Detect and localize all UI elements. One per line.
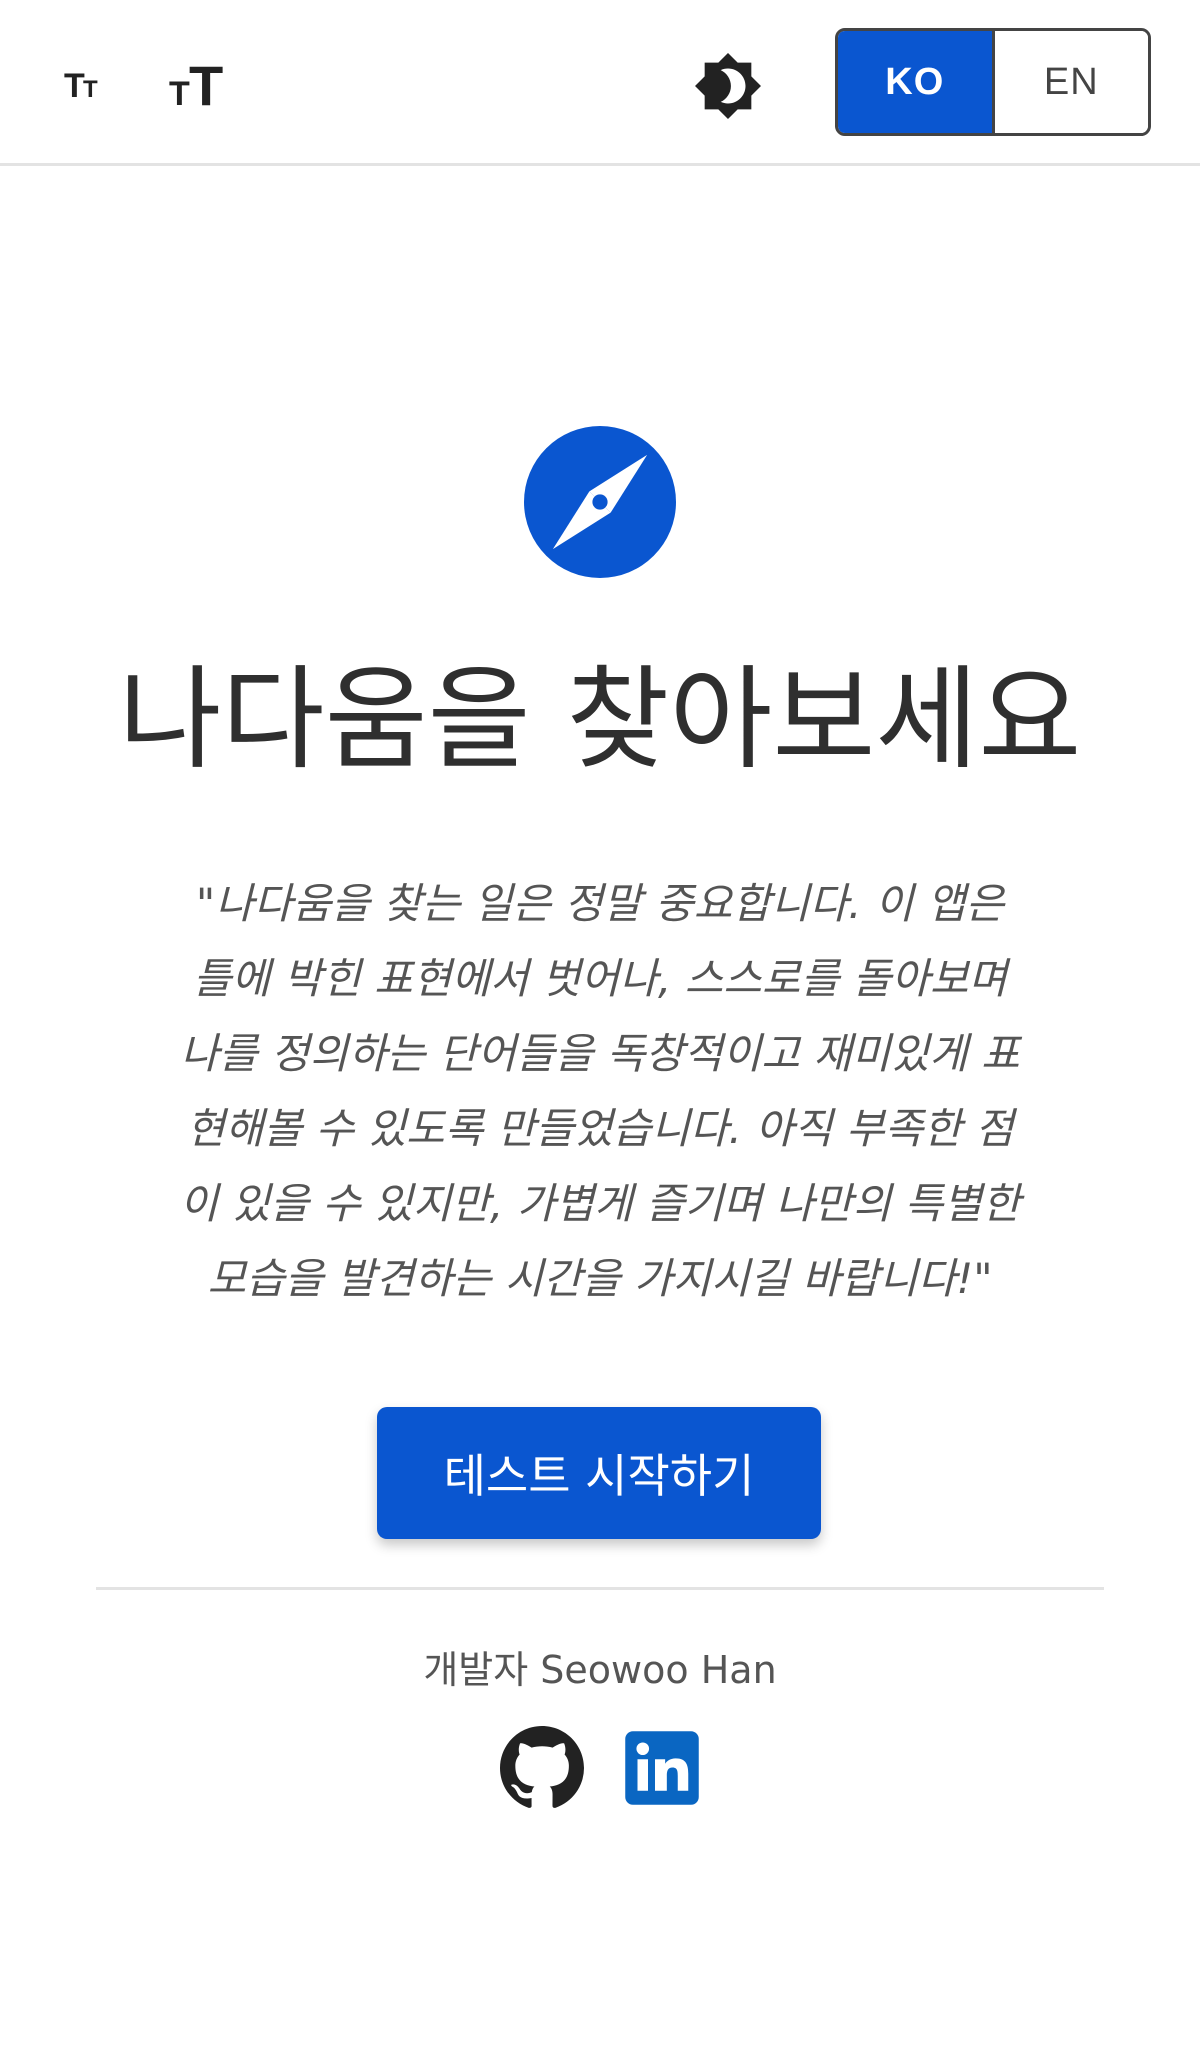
linkedin-link[interactable] [620, 1726, 704, 1810]
svg-text:T: T [189, 57, 223, 109]
language-ko-button[interactable]: KO [838, 31, 995, 133]
compass-icon [524, 426, 676, 578]
footer-divider [96, 1587, 1104, 1590]
quote-line: 이 있을 수 있지만, 가볍게 즐기며 나만의 특별한 [179, 1179, 1021, 1228]
linkedin-icon [625, 1731, 699, 1805]
developer-credit: 개발자 Seowoo Han [423, 1648, 777, 1692]
quote-line: 현해볼 수 있도록 만들었습니다. 아직 부족한 점 [186, 1104, 1014, 1153]
increase-font-size-button[interactable]: T T [164, 46, 238, 120]
svg-text:T: T [64, 67, 85, 101]
svg-text:T: T [83, 76, 98, 101]
svg-text:T: T [169, 75, 190, 109]
github-link[interactable] [500, 1726, 584, 1810]
page-title: 나다움을 찾아보세요 [118, 655, 1082, 785]
top-bar: T T T T KO EN [0, 0, 1200, 166]
intro-quote: "나다움을 찾는 일은 정말 중요합니다. 이 앱은 틀에 박힌 표현에서 벗어… [142, 866, 1058, 1316]
text-size-large-icon: T T [169, 57, 223, 109]
theme-toggle-button[interactable] [690, 48, 766, 124]
start-test-button[interactable]: 테스트 시작하기 [377, 1407, 821, 1539]
quote-line: 모습을 발견하는 시간을 가지시길 바랍니다!" [207, 1254, 993, 1303]
text-size-small-icon: T T [64, 67, 98, 101]
decrease-font-size-button[interactable]: T T [56, 54, 116, 114]
brightness-icon [695, 53, 761, 119]
quote-line: 틀에 박힌 표현에서 벗어나, 스스로를 돌아보며 [192, 954, 1008, 1003]
quote-line: "나다움을 찾는 일은 정말 중요합니다. 이 앱은 [195, 879, 1005, 928]
quote-line: 나를 정의하는 단어들을 독창적이고 재미있게 표 [180, 1029, 1020, 1078]
language-toggle: KO EN [835, 28, 1151, 136]
github-icon [500, 1726, 584, 1808]
language-en-button[interactable]: EN [994, 31, 1148, 133]
